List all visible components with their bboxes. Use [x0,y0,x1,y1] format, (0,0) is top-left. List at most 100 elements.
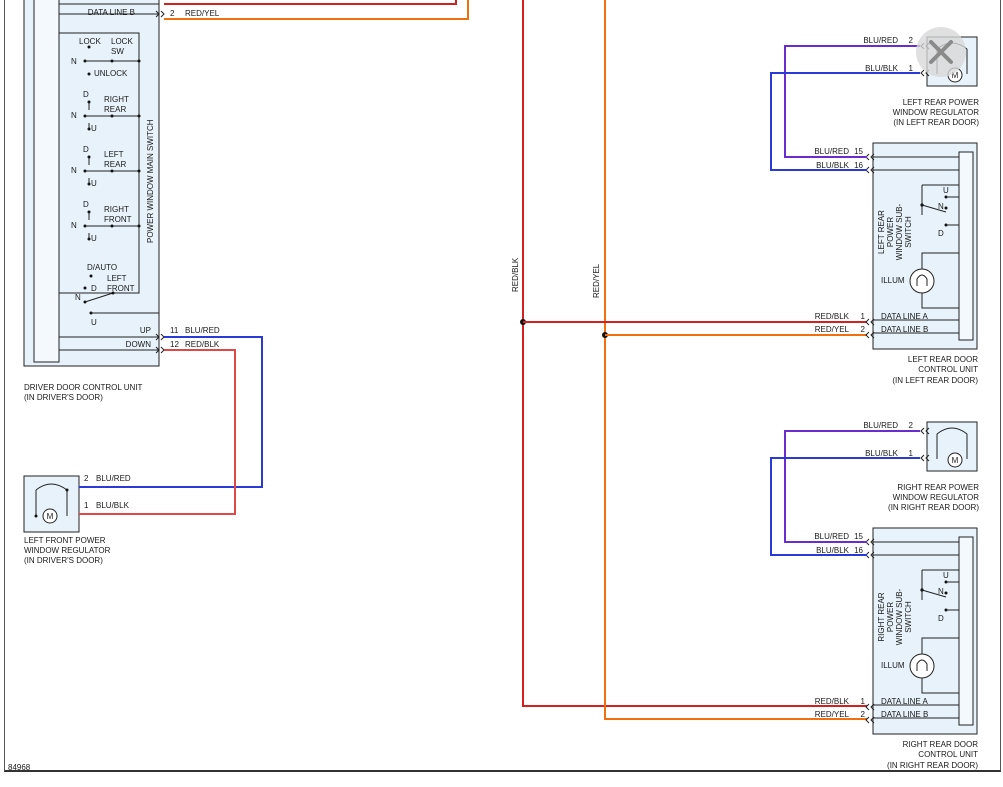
connector [920,454,925,462]
wire-label: RED/BLK [185,340,220,349]
lock-position-n: N [71,57,77,66]
data-line-a-label: DATA LINE A [881,312,928,321]
connector [920,69,925,77]
connector [920,427,925,435]
left-unit-caption: CONTROL UNIT [918,365,978,374]
close-button[interactable] [916,27,966,77]
wire-label: BLU/BLK [816,161,850,170]
switch-node [137,59,141,63]
switch-node [137,114,141,118]
wire-label: RED/YEL [185,9,220,18]
switch-position-n: N [75,293,81,302]
terminal [65,488,69,492]
data-line-b-label: DATA LINE B [881,325,928,334]
connector [160,333,165,341]
wire-label: RED/BLK [815,312,850,321]
right-unit-caption: CONTROL UNIT [918,750,978,759]
switch-position-u: U [91,124,97,133]
unit-inner-bar [958,151,974,341]
sub-switch-position-d: D [938,229,944,238]
bus-wire-label: RED/YEL [592,263,601,298]
pin-number: 1 [861,312,866,321]
illum-label: ILLUM [881,276,905,285]
motor-label: M [952,456,959,465]
switch-node [110,114,114,118]
switch-node [110,224,114,228]
switch-name: RIGHT [104,95,129,104]
sub-switch-label: POWER [886,602,895,632]
motor-label: M [47,512,54,521]
wire-label: BLU/RED [863,36,898,45]
switch-name: LEFT [107,274,127,283]
wire-label: BLU/RED [96,474,131,483]
sub-switch-label: WINDOW SUB- [895,588,904,645]
wire-blu-red [784,45,920,158]
left-regulator-location: (IN LEFT REAR DOOR) [893,118,979,127]
switch-position-n: N [71,221,77,230]
connector [865,716,870,724]
switch-node [110,169,114,173]
switch-contact [87,72,91,76]
pin-number: 1 [84,501,89,510]
sub-switch-label: POWER [886,217,895,247]
left-unit-location: (IN LEFT REAR DOOR) [892,376,978,385]
connector [160,346,165,354]
sub-switch-position-n: N [938,202,944,211]
unit-inner-bar [958,536,974,726]
wire-label: BLU/RED [863,421,898,430]
wire-label: BLU/RED [814,532,849,541]
switch-position-d: D [83,145,89,154]
illum-label: ILLUM [881,661,905,670]
sub-switch-label: LEFT REAR [877,210,886,254]
switch-position-n: N [71,166,77,175]
wire-red-blk-top [164,0,457,5]
wire-label: BLU/RED [185,326,220,335]
wire-label: RED/BLK [815,697,850,706]
illum-lamp [909,653,935,679]
right-regulator-caption-line: RIGHT REAR POWER [897,483,979,492]
connector [160,10,165,18]
data-line-b-label: DATA LINE B [88,8,135,17]
connector [865,318,870,326]
left-regulator-caption-line: WINDOW REGULATOR [893,108,980,117]
switch-name: RIGHT [104,205,129,214]
close-icon [929,40,953,64]
wire-label: BLU/BLK [865,449,899,458]
driver-unit-inner-bar [33,0,60,363]
wire-label: BLU/BLK [816,546,850,555]
lf-regulator-caption: WINDOW REGULATOR [24,546,111,555]
pin-number: 16 [854,546,863,555]
sub-switch-position-u: U [943,571,949,580]
switch-position-u: U [91,179,97,188]
pin-number: 15 [854,147,863,156]
down-label: DOWN [126,340,152,349]
bus-wire-red-blk [522,0,867,707]
pin-number: 11 [170,326,179,335]
connector [865,331,870,339]
wire-label: BLU/BLK [96,501,130,510]
switch-position-d: D [83,200,89,209]
up-label: UP [140,326,151,335]
pin-number: 2 [909,421,914,430]
pin-number: 1 [861,697,866,706]
switch-name: LEFT [104,150,124,159]
pin-number: 2 [170,9,175,18]
bus-wire-red-yel [604,0,867,720]
power-window-main-switch-label: POWER WINDOW MAIN SWITCH [146,119,155,243]
pin-number: 2 [861,710,866,719]
lf-regulator-location: (IN DRIVER'S DOOR) [24,556,103,565]
pin-number: 2 [861,325,866,334]
pin-number: 1 [909,64,914,73]
wire-label: BLU/RED [814,147,849,156]
diagram-frame: DRIVER DOOR CONTROL UNIT (IN DRIVER'S DOO… [4,0,1001,772]
switch-contact [89,274,93,278]
terminal [34,514,38,518]
pin-number: 2 [84,474,89,483]
right-unit-location: (IN RIGHT REAR DOOR) [887,761,978,770]
sub-switch-position-n: N [938,587,944,596]
right-regulator-location: (IN RIGHT REAR DOOR) [888,503,979,512]
pin-number: 1 [909,449,914,458]
pin-number: 12 [170,340,179,349]
left-regulator-caption-line: LEFT REAR POWER [903,98,980,107]
switch-node [110,59,114,63]
